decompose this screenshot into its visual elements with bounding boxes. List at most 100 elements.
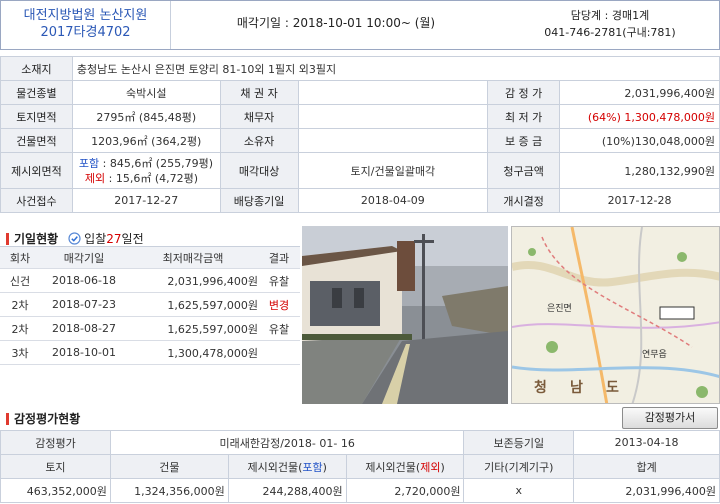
col-included-tag: 포함 — [302, 460, 323, 474]
table-row: 2차 2018-08-27 1,625,597,000원 유찰 — [0, 316, 300, 341]
creditor-value — [297, 80, 489, 105]
row-price: 1,300,478,000원 — [128, 340, 258, 365]
debtor-value — [297, 104, 489, 129]
countdown-days: 27 — [106, 231, 122, 246]
map-label: 도 — [606, 380, 619, 396]
claim-label: 청구금액 — [487, 152, 561, 189]
appraisal-value: 2,031,996,400원 — [559, 80, 720, 105]
address-extra: 외3필지 — [298, 62, 337, 76]
included-value: : 845,6㎡ (255,79평) — [99, 156, 214, 170]
row-price: 1,625,597,000원 — [128, 292, 258, 317]
history-title: 기일현황 — [14, 232, 59, 246]
row-date: 2018-08-27 — [40, 316, 128, 341]
map-label: 청 — [534, 380, 547, 396]
row-result: 유찰 — [258, 316, 300, 341]
val-total: 2,031,996,400원 — [573, 478, 720, 503]
map-label: 남 — [570, 380, 583, 396]
row-round: 3차 — [0, 340, 40, 365]
min-price-value: (64%) 1,300,478,000원 — [559, 104, 720, 129]
type-value: 숙박시설 — [71, 80, 221, 105]
col-excluded-tag: 제외 — [420, 460, 441, 474]
history-table: 회차 매각기일 최저매각금액 결과 신건 2018-06-18 2,031,99… — [0, 246, 300, 365]
val-land: 463,352,000원 — [0, 478, 111, 503]
filed-label: 사건접수 — [0, 188, 73, 213]
map-label: 연무읍 — [642, 350, 667, 360]
history-section-title: 기일현황 입찰 27 일전 — [6, 230, 144, 247]
val-other: x — [463, 478, 575, 503]
col-paren: ) — [440, 460, 445, 474]
sale-target-value: 토지/건물일괄매각 — [297, 152, 489, 189]
court-name: 대전지방법원 논산지원 — [23, 8, 148, 23]
sale-date: 매각기일 : 2018-10-01 10:00~ (월) — [236, 16, 436, 30]
address-text: 충청남도 논산시 은진면 토양리 81-10외 1필지 — [76, 62, 296, 76]
table-row: 3차 2018-10-01 1,300,478,000원 — [0, 340, 300, 365]
col-other: 기타(기계기구) — [463, 454, 575, 479]
keep-date-label: 보존등기일 — [463, 430, 575, 455]
row-result: 변경 — [258, 292, 300, 317]
countdown-suffix: 일전 — [121, 232, 144, 246]
row-date: 2018-07-23 — [40, 292, 128, 317]
row-date: 2018-06-18 — [40, 268, 128, 293]
col-extra-text: 제시외건물( — [365, 460, 421, 474]
appraisal-section-title: 감정평가현황 — [6, 410, 80, 427]
building-area-value: 1203,96㎡ (364,2평) — [71, 128, 221, 153]
dept-phone: 041-746-2781(구내:781) — [544, 26, 676, 39]
row-price: 2,031,996,400원 — [128, 268, 258, 293]
appraisal-report-button[interactable]: 감정평가서 — [622, 407, 718, 429]
appraisal-agency: 미래새한감정/2018- 01- 16 — [109, 430, 465, 455]
row-date: 2018-10-01 — [40, 340, 128, 365]
row-price: 1,625,597,000원 — [128, 316, 258, 341]
start-value: 2017-12-28 — [559, 188, 720, 213]
col-paren: ) — [322, 460, 327, 474]
appraisal-head-label: 감정평가 — [0, 430, 111, 455]
sale-target-label: 매각대상 — [219, 152, 299, 189]
owner-value — [297, 128, 489, 153]
appraisal-table: 감정평가 미래새한감정/2018- 01- 16 보존등기일 2013-04-1… — [0, 430, 720, 503]
address-value: 충청남도 논산시 은진면 토양리 81-10외 1필지 외3필지 — [71, 56, 720, 81]
col-extra-excluded: 제시외건물(제외) — [345, 454, 465, 479]
land-area-value: 2795㎡ (845,48평) — [71, 104, 221, 129]
table-row: 2차 2018-07-23 1,625,597,000원 변경 — [0, 292, 300, 317]
section-marker-icon — [6, 232, 9, 245]
row-round: 신건 — [0, 268, 40, 293]
creditor-label: 채 권 자 — [219, 80, 299, 105]
debtor-label: 채무자 — [219, 104, 299, 129]
address-label: 소재지 — [0, 56, 73, 81]
countdown-prefix: 입찰 — [84, 232, 107, 246]
bid-countdown: 입찰 27 일전 — [68, 230, 144, 247]
deadline-label: 배당종기일 — [219, 188, 299, 213]
excluded-value: : 15,6㎡ (4,72평) — [105, 171, 199, 185]
deposit-value: (10%)130,048,000원 — [559, 128, 720, 153]
row-round: 2차 — [0, 316, 40, 341]
val-building: 1,324,356,000원 — [109, 478, 229, 503]
col-extra-included: 제시외건물(포함) — [227, 454, 347, 479]
land-area-label: 토지면적 — [0, 104, 73, 129]
val-extra-included: 244,288,400원 — [227, 478, 347, 503]
claim-value: 1,280,132,990원 — [559, 152, 720, 189]
location-map[interactable]: 은진면 청 남 도 연무읍 — [511, 226, 720, 404]
col-land: 토지 — [0, 454, 111, 479]
deadline-value: 2018-04-09 — [297, 188, 489, 213]
map-label: 은진면 — [547, 304, 572, 314]
col-building: 건물 — [109, 454, 229, 479]
case-number: 2017타경4702 — [40, 25, 131, 40]
type-label: 물건종별 — [0, 80, 73, 105]
keep-date-value: 2013-04-18 — [573, 430, 720, 455]
court-block: 대전지방법원 논산지원 2017타경4702 — [1, 1, 171, 49]
extra-area-value: 포함 : 845,6㎡ (255,79평) 제외 : 15,6㎡ (4,72평) — [71, 152, 221, 189]
included-tag: 포함 — [78, 156, 100, 170]
min-price-label: 최 저 가 — [487, 104, 561, 129]
filed-value: 2017-12-27 — [71, 188, 221, 213]
col-price: 최저매각금액 — [128, 246, 258, 269]
row-result: 유찰 — [258, 268, 300, 293]
col-extra-text: 제시외건물( — [247, 460, 303, 474]
property-photo[interactable] — [302, 226, 508, 404]
row-round: 2차 — [0, 292, 40, 317]
row-result — [258, 340, 300, 365]
col-result: 결과 — [258, 246, 300, 269]
deposit-label: 보 증 금 — [487, 128, 561, 153]
start-label: 개시결정 — [487, 188, 561, 213]
extra-area-label: 제시외면적 — [0, 152, 73, 189]
col-round: 회차 — [0, 246, 40, 269]
check-circle-icon — [68, 232, 81, 245]
